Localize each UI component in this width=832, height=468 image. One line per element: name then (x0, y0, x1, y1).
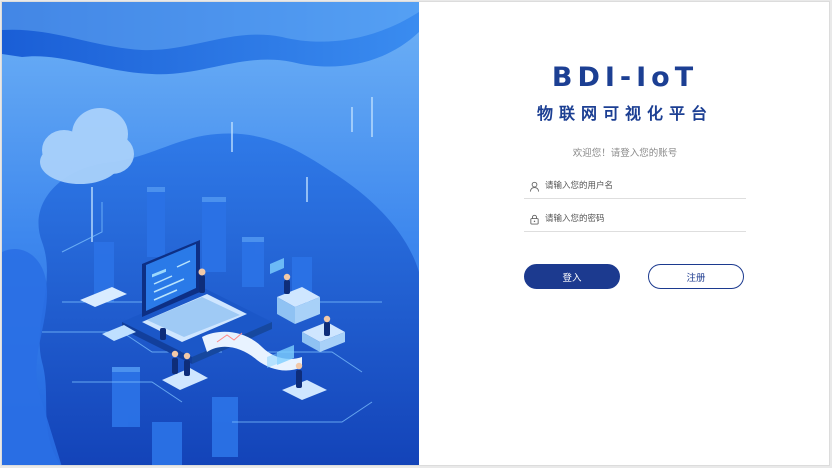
user-icon (527, 179, 541, 193)
username-field (524, 174, 746, 199)
password-field (524, 207, 746, 232)
welcome-text: 欢迎您！请登入您的账号 (572, 148, 678, 159)
brand-title: BDI-IoT (551, 62, 699, 93)
password-input[interactable] (545, 209, 746, 229)
lock-icon (527, 212, 541, 226)
register-button[interactable]: 注册 (648, 264, 744, 289)
username-input[interactable] (545, 176, 746, 196)
hero-illustration (2, 2, 419, 465)
login-button[interactable]: 登入 (524, 264, 620, 289)
login-panel: BDI-IoT 物联网可视化平台 欢迎您！请登入您的账号 登入 (419, 2, 829, 465)
brand-subtitle: 物联网可视化平台 (536, 104, 713, 123)
login-page: BDI-IoT 物联网可视化平台 欢迎您！请登入您的账号 登入 (1, 1, 830, 466)
